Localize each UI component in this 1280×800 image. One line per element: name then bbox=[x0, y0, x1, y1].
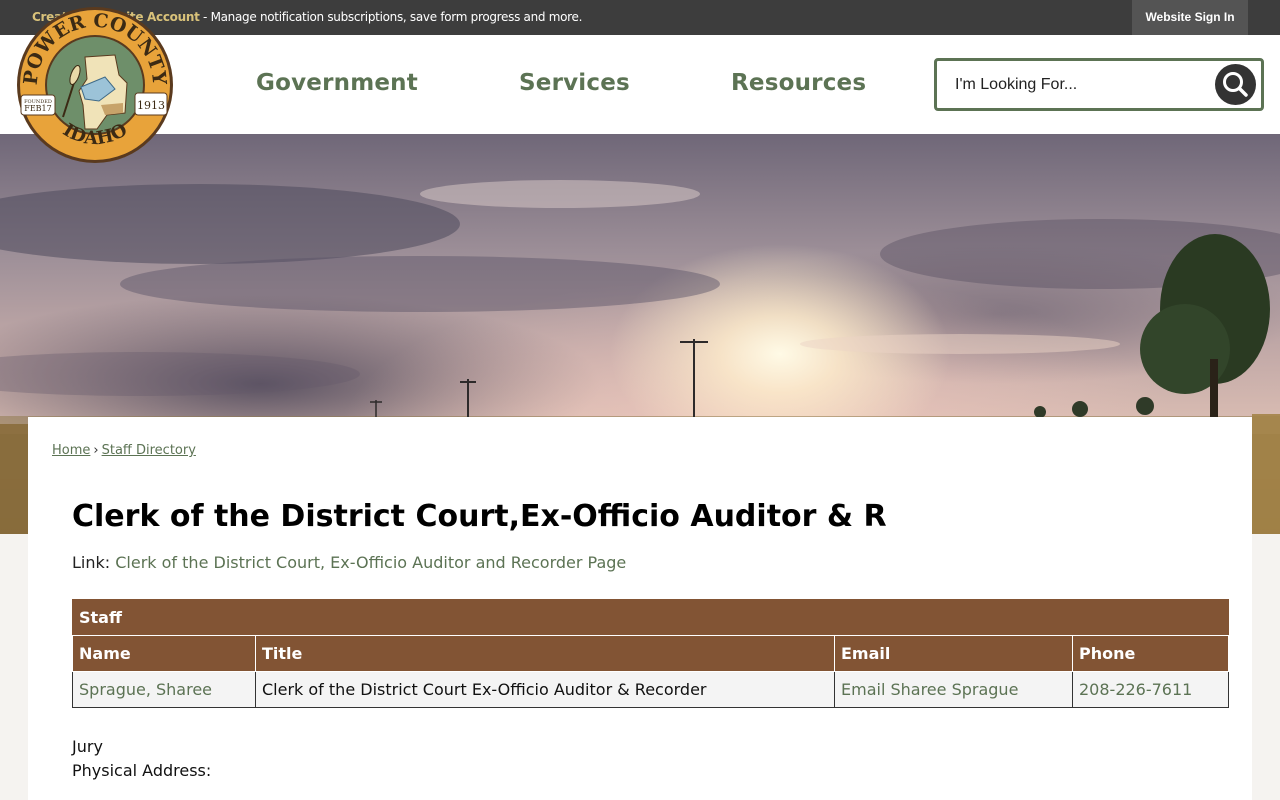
breadcrumb: Home › Staff Directory bbox=[52, 443, 196, 458]
seal-year: 1913 bbox=[137, 99, 165, 112]
cell-email: Email Sharee Sprague bbox=[834, 671, 1073, 708]
column-header-phone: Phone bbox=[1072, 635, 1229, 672]
table-caption-row: Staff bbox=[72, 599, 1229, 636]
nav-services[interactable]: Services bbox=[519, 70, 630, 96]
table-row: Sprague, Sharee Clerk of the District Co… bbox=[72, 671, 1229, 708]
search-box bbox=[934, 58, 1264, 111]
link-label: Link: bbox=[72, 553, 116, 572]
cell-phone: 208-226-7611 bbox=[1072, 671, 1229, 708]
page-title: Clerk of the District Court,Ex-Officio A… bbox=[72, 499, 887, 534]
breadcrumb-staff-directory[interactable]: Staff Directory bbox=[102, 443, 196, 458]
seal-founded-date: FEB17 bbox=[24, 104, 51, 113]
nav-government[interactable]: Government bbox=[256, 70, 418, 96]
staff-email-link[interactable]: Email Sharee Sprague bbox=[841, 680, 1018, 699]
cell-name: Sprague, Sharee bbox=[72, 671, 256, 708]
power-county-seal-logo[interactable]: FOUNDED FEB17 1913 POWER COUNTY IDAHO bbox=[15, 5, 175, 165]
county-seal-graphic: FOUNDED FEB17 1913 POWER COUNTY IDAHO bbox=[17, 7, 173, 163]
after-table-content: Jury Physical Address: bbox=[72, 735, 211, 783]
search-icon bbox=[1223, 72, 1248, 97]
jury-heading: Jury bbox=[72, 737, 103, 756]
account-notice-text: - Manage notification subscriptions, sav… bbox=[199, 10, 583, 24]
breadcrumb-home[interactable]: Home bbox=[52, 443, 90, 458]
cell-title: Clerk of the District Court Ex-Officio A… bbox=[255, 671, 835, 708]
physical-address-label: Physical Address: bbox=[72, 761, 212, 780]
staff-phone-link[interactable]: 208-226-7611 bbox=[1079, 680, 1192, 699]
column-header-email: Email bbox=[834, 635, 1073, 672]
staff-table: Staff Name Title Email Phone Sprague, Sh… bbox=[72, 599, 1229, 708]
search-input[interactable] bbox=[955, 74, 1205, 96]
column-header-name: Name bbox=[72, 635, 256, 672]
department-link-line: Link: Clerk of the District Court, Ex-Of… bbox=[72, 553, 626, 572]
search-button[interactable] bbox=[1215, 64, 1256, 105]
table-header-row: Name Title Email Phone bbox=[72, 635, 1229, 672]
column-header-title: Title bbox=[255, 635, 835, 672]
site-header: Government Services Resources bbox=[0, 35, 1280, 134]
table-caption: Staff bbox=[72, 599, 1229, 636]
staff-name-link[interactable]: Sprague, Sharee bbox=[79, 680, 212, 699]
breadcrumb-separator: › bbox=[93, 443, 99, 458]
website-sign-in-button[interactable]: Website Sign In bbox=[1132, 0, 1248, 35]
nav-resources[interactable]: Resources bbox=[731, 70, 866, 96]
content-card: Home › Staff Directory Clerk of the Distri… bbox=[28, 417, 1252, 800]
top-utility-bar: Create a Website Account - Manage notifi… bbox=[0, 0, 1280, 35]
department-page-link[interactable]: Clerk of the District Court, Ex-Officio … bbox=[115, 553, 626, 572]
